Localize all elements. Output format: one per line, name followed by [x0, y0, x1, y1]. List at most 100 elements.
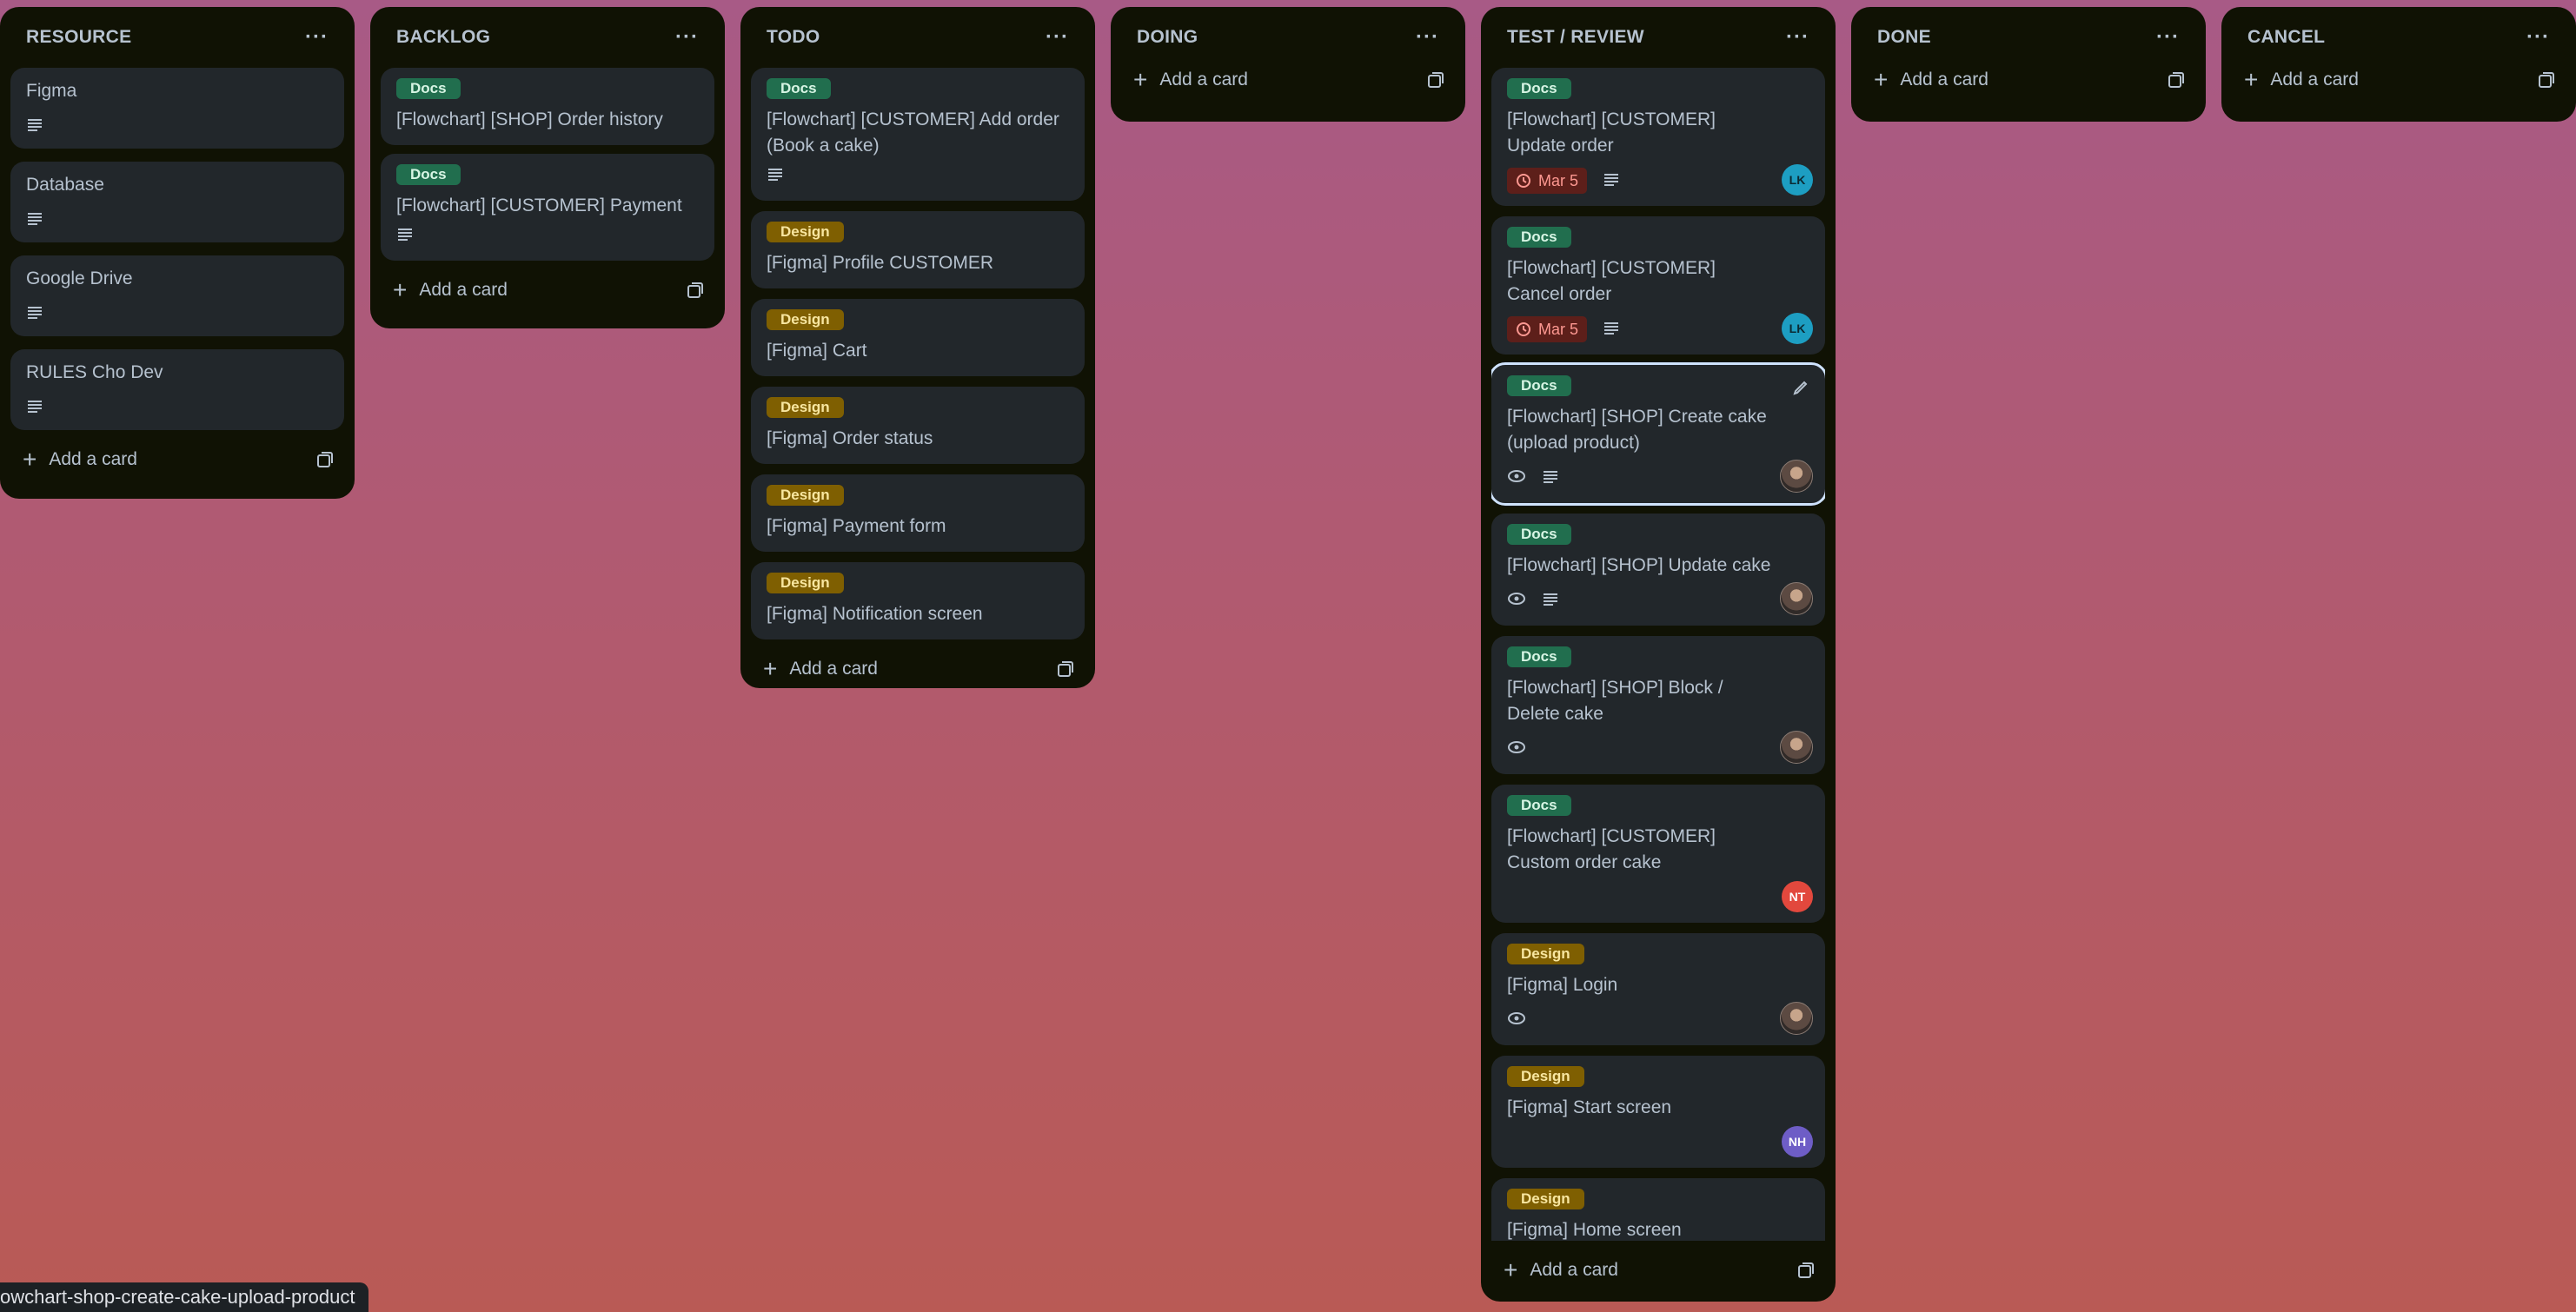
card-title: [Figma] Payment form: [767, 516, 946, 536]
label-design: Design: [767, 397, 844, 418]
description-icon: [26, 305, 43, 323]
card[interactable]: Docs [Flowchart] [CUSTOMER] Payment: [381, 154, 714, 261]
avatar-photo[interactable]: [1780, 582, 1813, 615]
card[interactable]: Docs [Flowchart] [CUSTOMER] Cancel order…: [1491, 216, 1825, 355]
add-card-button[interactable]: + Add a card: [1133, 68, 1248, 92]
plus-icon: +: [1133, 66, 1148, 93]
card[interactable]: Docs [Flowchart] [CUSTOMER] Update order…: [1491, 68, 1825, 206]
card-template-icon[interactable]: [1427, 71, 1444, 89]
add-card-row: + Add a card: [1491, 1246, 1825, 1295]
list-resource: RESOURCE ··· Figma Database Google Drive…: [0, 7, 355, 499]
due-date-text: Mar 5: [1538, 171, 1579, 189]
watch-icon: [1507, 469, 1526, 487]
card[interactable]: Docs [Flowchart] [SHOP] Order history: [381, 68, 714, 145]
label-docs: Docs: [1507, 227, 1571, 248]
card-selected[interactable]: Docs [Flowchart] [SHOP] Create cake (upl…: [1491, 362, 1825, 506]
list-header: TEST / REVIEW ···: [1491, 7, 1825, 68]
card[interactable]: Design [Figma] Profile CUSTOMER: [751, 211, 1085, 288]
avatar[interactable]: LK: [1782, 313, 1813, 344]
list-menu-button[interactable]: ···: [2156, 25, 2180, 50]
label-docs: Docs: [1507, 795, 1571, 816]
card[interactable]: Design [Figma] Notification screen: [751, 562, 1085, 639]
add-card-button[interactable]: + Add a card: [1874, 68, 1988, 92]
description-icon: [396, 227, 414, 245]
description-icon: [26, 399, 43, 417]
label-design: Design: [767, 485, 844, 506]
list-menu-button[interactable]: ···: [1046, 25, 1069, 50]
card[interactable]: Google Drive: [10, 255, 344, 336]
avatar[interactable]: NH: [1782, 1126, 1813, 1157]
list-menu-button[interactable]: ···: [1786, 25, 1809, 50]
label-design: Design: [767, 222, 844, 242]
description-icon: [767, 167, 784, 185]
card-template-icon[interactable]: [687, 282, 704, 299]
label-design: Design: [767, 573, 844, 593]
card-template-icon[interactable]: [316, 451, 334, 468]
label-design: Design: [1507, 1066, 1584, 1087]
watch-icon: [1507, 740, 1526, 759]
list-menu-button[interactable]: ···: [1416, 25, 1439, 50]
card-title: Figma: [26, 81, 77, 101]
list-menu-button[interactable]: ···: [675, 25, 699, 50]
card[interactable]: Docs [Flowchart] [SHOP] Block / Delete c…: [1491, 636, 1825, 774]
card-template-icon[interactable]: [2168, 71, 2185, 89]
add-card-row: + Add a card: [2232, 56, 2566, 104]
card-title: [Flowchart] [CUSTOMER] Custom order cake: [1507, 826, 1716, 872]
card[interactable]: Docs [Flowchart] [CUSTOMER] Custom order…: [1491, 785, 1825, 923]
list-menu-button[interactable]: ···: [305, 25, 329, 50]
card[interactable]: Design [Figma] Start screen NH: [1491, 1056, 1825, 1168]
label-docs: Docs: [1507, 375, 1571, 396]
card[interactable]: Docs [Flowchart] [SHOP] Update cake: [1491, 514, 1825, 626]
card-title: [Flowchart] [SHOP] Update cake: [1507, 555, 1771, 575]
card-title: [Flowchart] [SHOP] Order history: [396, 109, 663, 129]
add-card-label: Add a card: [1900, 70, 1988, 89]
due-date-badge[interactable]: Mar 5: [1507, 316, 1588, 342]
avatar-photo[interactable]: [1780, 1002, 1813, 1035]
card-title: [Flowchart] [SHOP] Create cake (upload p…: [1507, 407, 1767, 453]
card[interactable]: Design [Figma] Cart: [751, 299, 1085, 376]
label-docs: Docs: [767, 78, 831, 99]
card-title: [Flowchart] [CUSTOMER] Add order (Book a…: [767, 109, 1059, 156]
list-test-review: TEST / REVIEW ··· Docs [Flowchart] [CUST…: [1481, 7, 1836, 1302]
list-title: TODO: [767, 27, 820, 47]
plus-icon: +: [1874, 66, 1889, 93]
list-title: RESOURCE: [26, 27, 132, 47]
list-header: BACKLOG ···: [381, 7, 714, 68]
card[interactable]: Database: [10, 162, 344, 242]
add-card-button[interactable]: + Add a card: [1504, 1258, 1618, 1282]
list-cancel: CANCEL ··· + Add a card: [2221, 7, 2576, 122]
card[interactable]: Design [Figma] Login: [1491, 933, 1825, 1045]
card-template-icon[interactable]: [1057, 660, 1074, 678]
card[interactable]: Design [Figma] Home screen NH: [1491, 1178, 1825, 1241]
list-menu-button[interactable]: ···: [2526, 25, 2550, 50]
avatar[interactable]: LK: [1782, 164, 1813, 195]
label-design: Design: [767, 309, 844, 330]
add-card-button[interactable]: + Add a card: [23, 447, 137, 472]
card-template-icon[interactable]: [1797, 1262, 1815, 1279]
card[interactable]: Figma: [10, 68, 344, 149]
list-backlog: BACKLOG ··· Docs [Flowchart] [SHOP] Orde…: [370, 7, 725, 328]
card-template-icon[interactable]: [2538, 71, 2555, 89]
card-title: [Figma] Profile CUSTOMER: [767, 253, 993, 273]
watch-icon: [1507, 1011, 1526, 1030]
add-card-button[interactable]: + Add a card: [2244, 68, 2359, 92]
edit-icon[interactable]: [1792, 379, 1809, 401]
description-icon: [1603, 172, 1620, 190]
avatar-photo[interactable]: [1780, 460, 1813, 493]
board: RESOURCE ··· Figma Database Google Drive…: [0, 7, 2576, 1312]
add-card-button[interactable]: + Add a card: [393, 278, 508, 302]
avatar-photo[interactable]: [1780, 731, 1813, 764]
card[interactable]: Docs [Flowchart] [CUSTOMER] Add order (B…: [751, 68, 1085, 201]
plus-icon: +: [393, 276, 408, 303]
card[interactable]: RULES Cho Dev: [10, 349, 344, 430]
description-icon: [26, 117, 43, 136]
card[interactable]: Design [Figma] Order status: [751, 387, 1085, 464]
card[interactable]: Design [Figma] Payment form: [751, 474, 1085, 552]
avatar[interactable]: NT: [1782, 881, 1813, 912]
list-header: TODO ···: [751, 7, 1085, 68]
due-date-badge[interactable]: Mar 5: [1507, 168, 1588, 194]
card-title: RULES Cho Dev: [26, 362, 163, 382]
list-title: TEST / REVIEW: [1507, 27, 1644, 47]
add-card-button[interactable]: + Add a card: [763, 657, 878, 681]
add-card-row: + Add a card: [381, 266, 714, 315]
